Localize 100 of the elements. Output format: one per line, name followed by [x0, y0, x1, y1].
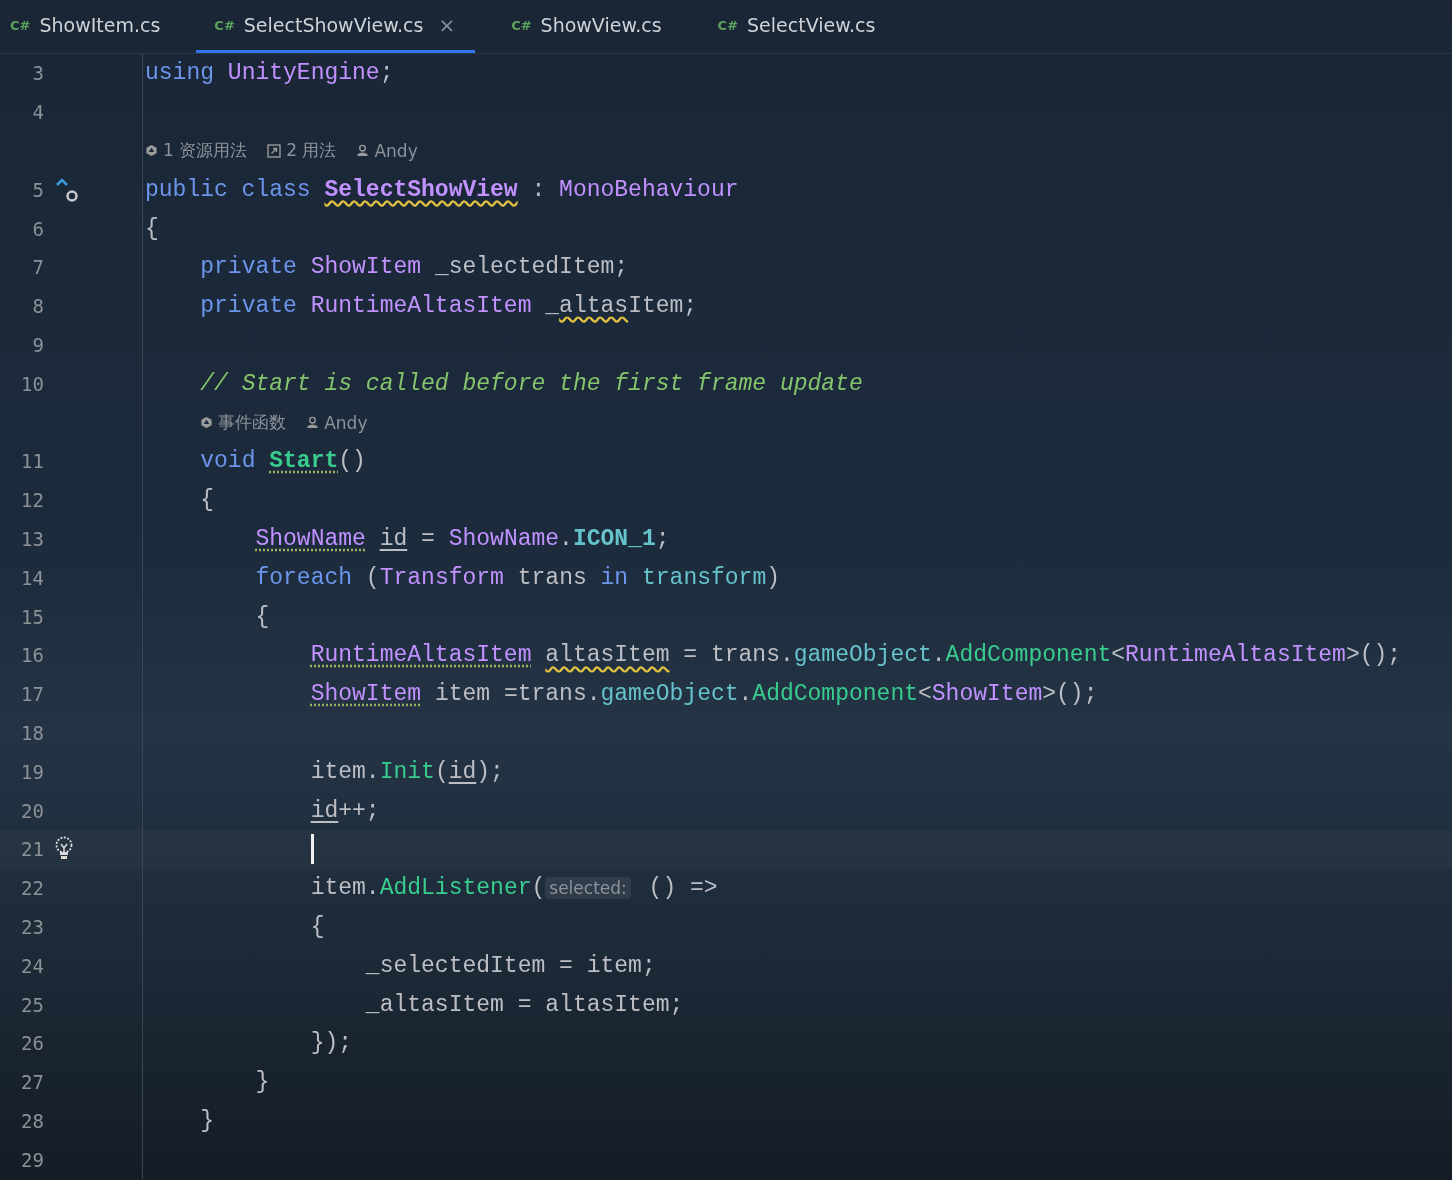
csharp-file-icon: C# — [10, 17, 31, 33]
code-text: ) — [766, 564, 780, 591]
line-number: 7 — [31, 256, 44, 279]
line-number: 18 — [20, 721, 44, 744]
code-text: }); — [310, 1030, 353, 1057]
code-text: < — [1111, 642, 1126, 669]
line-number: 12 — [20, 489, 44, 512]
code-text: < — [918, 681, 932, 708]
file-tab[interactable]: C# ShowItem.cs — [4, 0, 181, 53]
code-text: { — [145, 215, 159, 242]
external-link-icon — [267, 144, 282, 158]
code-text: ( — [434, 758, 449, 785]
code-type: MonoBehaviour — [559, 176, 739, 203]
code-type: UnityEngine — [227, 60, 380, 87]
line-number: 17 — [20, 683, 44, 706]
code-text: . — [738, 681, 753, 708]
code-text: _selectedItem = item; — [365, 952, 656, 979]
code-text: () => — [648, 875, 718, 902]
code-text: id — [310, 797, 339, 824]
code-text: >(); — [1345, 642, 1402, 669]
code-type: Transform — [379, 564, 504, 591]
code-text: ++; — [338, 797, 380, 824]
csharp-file-icon: C# — [717, 17, 739, 33]
code-type: RuntimeAltasItem — [310, 293, 532, 320]
line-number: 24 — [20, 954, 44, 977]
code-type: RuntimeAltasItem — [1125, 642, 1346, 669]
line-number: 13 — [20, 527, 44, 550]
code-vision-hint[interactable]: 1 资源用法 — [145, 139, 248, 163]
code-keyword: private — [200, 254, 298, 281]
code-text: _ — [545, 293, 560, 320]
code-keyword: void — [200, 448, 257, 475]
code-text: ); — [476, 758, 504, 785]
code-field: transform — [641, 564, 767, 591]
csharp-file-icon: C# — [511, 17, 532, 33]
code-type: ShowItem — [310, 681, 422, 708]
code-vision-hint[interactable]: Andy — [356, 141, 418, 161]
user-icon — [356, 144, 370, 158]
file-tab[interactable]: C# ShowView.cs — [505, 0, 682, 53]
code-text: . — [559, 525, 573, 552]
line-number: 26 — [20, 1032, 44, 1055]
code-text: >(); — [1042, 681, 1098, 708]
code-type: ShowItem — [310, 254, 422, 281]
csharp-file-icon: C# — [214, 17, 235, 33]
line-number: 6 — [31, 217, 44, 240]
user-icon — [306, 416, 320, 430]
text-cursor — [310, 834, 314, 865]
code-type: SelectShowView — [324, 176, 518, 203]
code-text: ; — [655, 525, 670, 552]
line-number: 16 — [20, 644, 44, 667]
code-text: ; — [379, 60, 394, 87]
code-type: ShowName — [255, 525, 366, 552]
code-method: AddComponent — [752, 681, 918, 708]
file-tab[interactable]: C# SelectShowView.cs × — [196, 0, 476, 53]
line-number: 11 — [20, 450, 44, 473]
code-field: gameObject — [793, 642, 932, 669]
line-number: 5 — [31, 178, 44, 201]
code-vision-hint[interactable]: Andy — [306, 412, 368, 433]
unity-logo-icon — [145, 144, 158, 158]
code-text: id — [379, 525, 408, 552]
line-number: 14 — [20, 566, 44, 589]
code-keyword: public class — [145, 176, 312, 203]
code-text: } — [200, 1107, 215, 1134]
line-number: 25 — [20, 993, 44, 1016]
code-text: : — [531, 176, 547, 203]
code-text: item. — [310, 758, 380, 785]
tab-label: SelectShowView.cs — [243, 14, 424, 36]
code-text: Item; — [628, 293, 698, 320]
tab-label: ShowItem.cs — [39, 14, 161, 36]
line-number: 23 — [20, 915, 44, 938]
code-text: () — [338, 448, 366, 475]
code-text: = — [421, 525, 436, 552]
code-text: item. — [310, 875, 380, 902]
code-text: id — [448, 758, 477, 785]
code-comment: // Start is called before the first frame update — [200, 370, 863, 397]
line-number: 9 — [31, 333, 44, 356]
tab-label: SelectView.cs — [747, 14, 876, 36]
code-vision-hint[interactable]: 事件函数 — [200, 411, 287, 435]
code-type: RuntimeAltasItem — [310, 642, 532, 669]
close-icon[interactable]: × — [438, 13, 456, 37]
line-number: 22 — [20, 877, 44, 900]
code-text: { — [255, 603, 270, 630]
code-text: { — [200, 487, 215, 514]
code-text: altasItem — [545, 642, 670, 669]
code-text: _selectedItem; — [434, 254, 629, 281]
line-number: 29 — [20, 1148, 44, 1171]
line-number: 4 — [31, 101, 44, 124]
code-text: } — [255, 1069, 270, 1096]
tab-label: ShowView.cs — [540, 14, 662, 36]
code-text: { — [310, 913, 325, 940]
code-keyword: private — [200, 293, 298, 320]
code-method: Init — [379, 758, 435, 785]
line-number: 19 — [20, 760, 44, 783]
code-text: _altasItem = altasItem; — [365, 991, 684, 1018]
file-tab[interactable]: C# SelectView.cs — [711, 0, 896, 53]
code-text: = trans. — [683, 642, 794, 669]
code-field: ICON_1 — [572, 525, 656, 552]
code-vision-hint[interactable]: 2 用法 — [267, 139, 337, 163]
code-type: ShowItem — [931, 681, 1043, 708]
code-text: . — [931, 642, 946, 669]
code-method: AddComponent — [945, 642, 1112, 669]
